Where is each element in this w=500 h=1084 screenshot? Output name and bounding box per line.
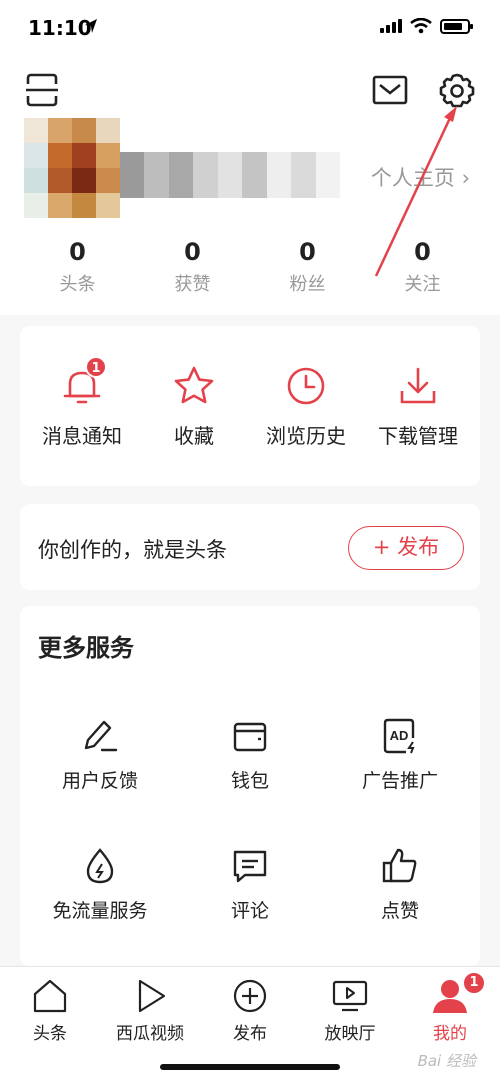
home-icon <box>33 979 67 1013</box>
quick-label: 消息通知 <box>42 424 122 448</box>
tab-label: 我的 <box>433 1024 467 1044</box>
profile-stats: 0 头条 0 获赞 0 粉丝 0 关注 <box>0 238 500 296</box>
service-ads[interactable]: AD 广告推广 <box>320 716 480 793</box>
service-label: 免流量服务 <box>52 900 148 922</box>
username-blurred <box>120 152 340 198</box>
tab-label: 放映厅 <box>324 1024 376 1044</box>
service-likes[interactable]: 点赞 <box>320 846 480 923</box>
more-services-card: 更多服务 用户反馈 钱包 AD 广告推广 免流量服务 评论 点赞 <box>20 606 480 966</box>
stat-value: 0 <box>184 238 201 266</box>
publish-button[interactable]: + 发布 <box>348 526 464 570</box>
signal-icon <box>380 19 402 33</box>
stat-value: 0 <box>69 238 86 266</box>
data-saver-icon <box>86 848 114 884</box>
service-label: 钱包 <box>230 770 269 792</box>
quick-label: 收藏 <box>174 424 214 448</box>
mail-icon[interactable] <box>372 74 408 106</box>
quick-actions-card: 1 消息通知 收藏 浏览历史 下载管理 <box>20 326 480 486</box>
wifi-icon <box>410 18 432 34</box>
service-free-data[interactable]: 免流量服务 <box>20 846 180 923</box>
tab-label: 发布 <box>233 1024 267 1044</box>
download-icon <box>400 367 436 404</box>
tab-badge: 1 <box>462 971 486 995</box>
battery-icon <box>440 18 473 34</box>
stat-label: 粉丝 <box>289 274 326 295</box>
notifications-button[interactable]: 1 消息通知 <box>27 356 137 486</box>
stat-label: 关注 <box>404 274 441 295</box>
downloads-button[interactable]: 下载管理 <box>363 364 473 486</box>
add-icon <box>233 979 267 1013</box>
tab-label: 头条 <box>33 1024 67 1044</box>
tab-headlines[interactable]: 头条 <box>0 977 100 1044</box>
service-label: 点赞 <box>380 900 419 922</box>
clock-icon <box>287 367 325 405</box>
favorites-button[interactable]: 收藏 <box>139 364 249 486</box>
thumbs-up-icon <box>382 848 417 883</box>
screen-icon <box>332 980 368 1012</box>
home-indicator <box>160 1064 340 1070</box>
stat-fans[interactable]: 0 粉丝 <box>263 238 353 296</box>
service-label: 广告推广 <box>361 770 438 792</box>
service-feedback[interactable]: 用户反馈 <box>20 716 180 793</box>
scan-icon[interactable] <box>24 72 60 108</box>
avatar[interactable] <box>24 118 120 218</box>
star-icon <box>174 366 214 404</box>
play-icon <box>138 979 166 1013</box>
quick-label: 下载管理 <box>378 424 458 448</box>
tab-cinema[interactable]: 放映厅 <box>300 977 400 1044</box>
stat-value: 0 <box>414 238 431 266</box>
stat-likes[interactable]: 0 获赞 <box>148 238 238 296</box>
location-arrow-icon <box>85 19 97 33</box>
service-wallet[interactable]: 钱包 <box>170 716 330 793</box>
tab-mine[interactable]: 1 我的 <box>400 971 500 1044</box>
stat-label: 头条 <box>59 274 96 295</box>
tab-label: 西瓜视频 <box>116 1024 184 1044</box>
stat-label: 获赞 <box>174 274 211 295</box>
service-label: 用户反馈 <box>61 770 138 792</box>
stat-toutiao[interactable]: 0 头条 <box>33 238 123 296</box>
wallet-icon <box>233 722 267 752</box>
history-button[interactable]: 浏览历史 <box>251 364 361 486</box>
gear-icon[interactable] <box>438 72 476 110</box>
tab-publish[interactable]: 发布 <box>200 977 300 1044</box>
status-time: 11:10 <box>28 16 92 40</box>
ad-icon: AD <box>383 718 415 754</box>
svg-text:AD: AD <box>390 728 409 743</box>
stat-value: 0 <box>299 238 316 266</box>
status-bar: 11:10 <box>0 0 500 60</box>
profile-header: 个人主页 › 0 头条 0 获赞 0 粉丝 0 关注 <box>0 60 500 315</box>
service-label: 评论 <box>230 900 269 922</box>
create-prompt: 你创作的，就是头条 <box>38 538 227 562</box>
service-comments[interactable]: 评论 <box>170 846 330 923</box>
notification-badge: 1 <box>85 356 107 378</box>
comment-icon <box>233 850 267 883</box>
create-card: 你创作的，就是头条 + 发布 <box>20 504 480 590</box>
watermark: Bai 经验 <box>417 1052 476 1070</box>
quick-label: 浏览历史 <box>266 424 346 448</box>
status-indicators <box>380 18 473 34</box>
services-title: 更多服务 <box>38 634 134 662</box>
stat-following[interactable]: 0 关注 <box>378 238 468 296</box>
tab-xigua-video[interactable]: 西瓜视频 <box>100 977 200 1044</box>
profile-page-link[interactable]: 个人主页 › <box>371 162 470 192</box>
pen-icon <box>84 720 118 752</box>
